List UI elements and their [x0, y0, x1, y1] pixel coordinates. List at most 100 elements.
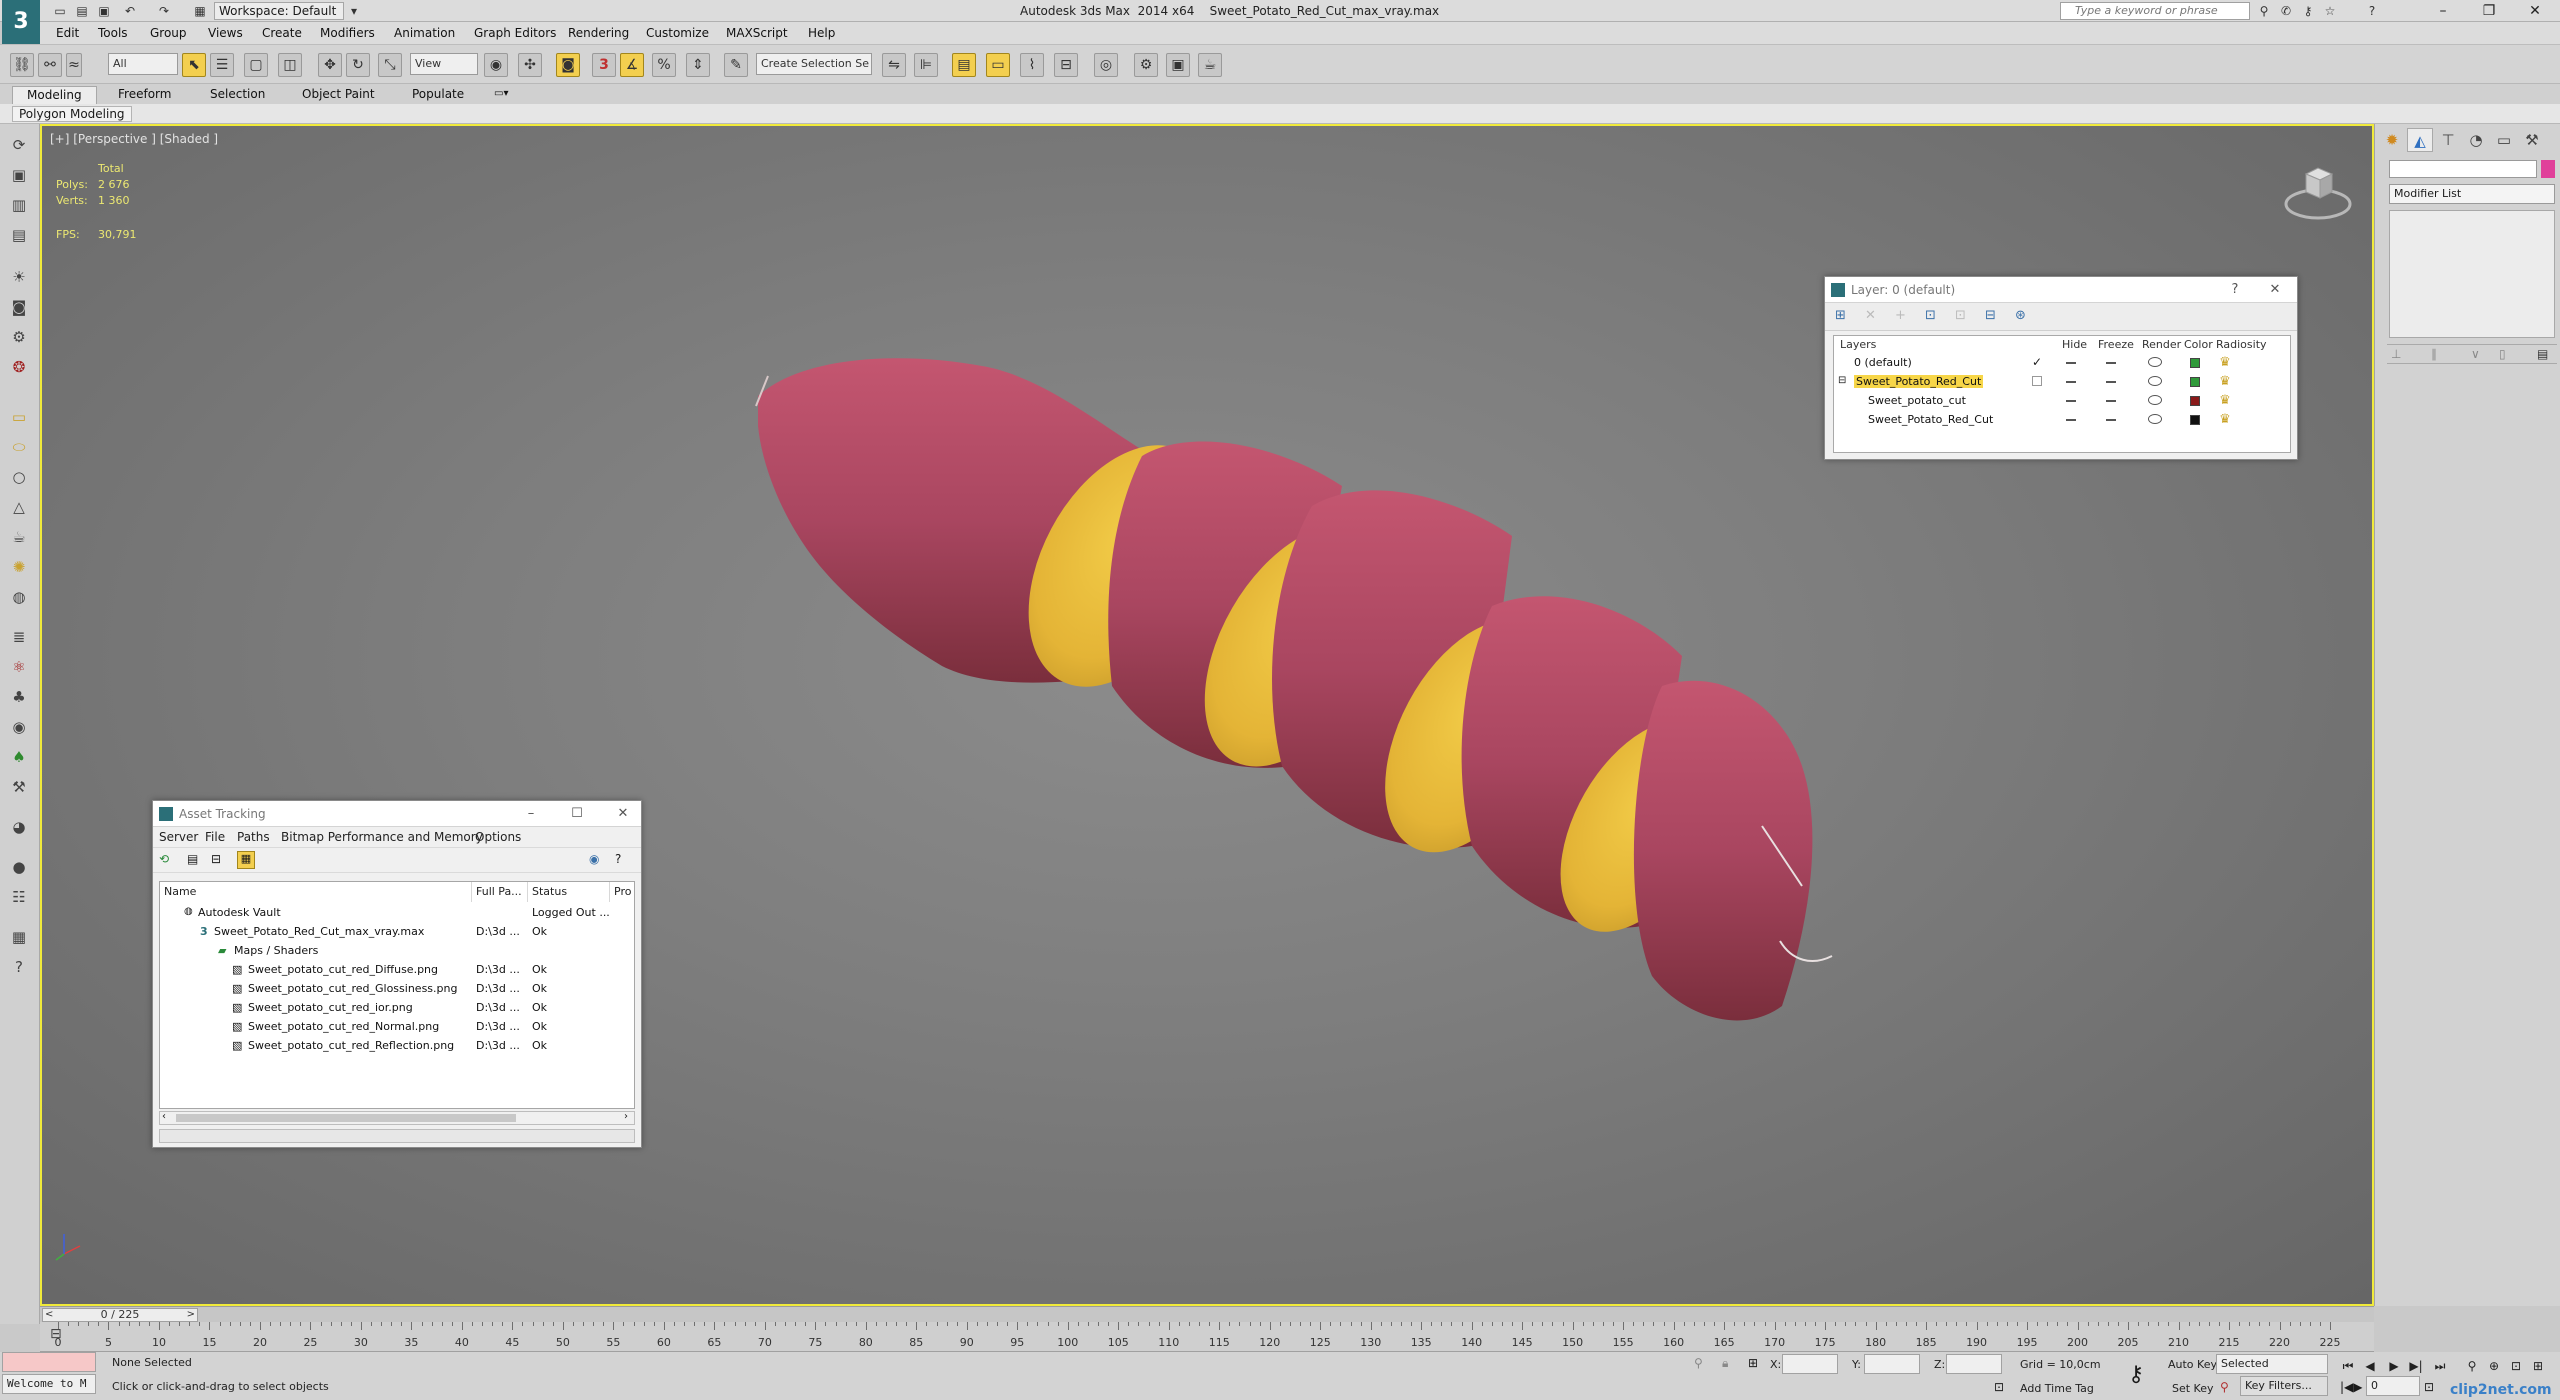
tree-view-icon[interactable]: ⊟ — [211, 852, 221, 866]
scroll-right-icon[interactable]: › — [624, 1111, 628, 1122]
prev-frame-arrow-icon[interactable]: < — [45, 1309, 53, 1321]
vault-icon[interactable]: ◉ — [589, 852, 599, 866]
selection-filter-dropdown[interactable]: All — [108, 53, 178, 75]
percent-snap-icon[interactable]: % — [652, 53, 676, 77]
menu-rendering[interactable]: Rendering — [568, 26, 629, 40]
freeze-toggle[interactable] — [2106, 381, 2116, 383]
list-icon[interactable]: ☷ — [8, 886, 30, 908]
menu-edit[interactable]: Edit — [56, 26, 79, 40]
rectangular-region-icon[interactable]: ▢ — [244, 53, 268, 77]
curve-editor-icon[interactable]: ⌇ — [1020, 53, 1044, 77]
y-coord-input[interactable] — [1864, 1354, 1920, 1374]
x-coord-input[interactable] — [1782, 1354, 1838, 1374]
sun-icon[interactable]: ✺ — [8, 556, 30, 578]
make-unique-icon[interactable]: ∨ — [2471, 347, 2480, 361]
globe-icon[interactable]: ◉ — [8, 716, 30, 738]
list-view-icon[interactable]: ▤ — [187, 852, 198, 866]
menu-customize[interactable]: Customize — [646, 26, 709, 40]
utilities-tab-icon[interactable]: ⚒ — [2519, 128, 2545, 152]
shape-circle-icon[interactable]: ○ — [8, 466, 30, 488]
render-column-header[interactable]: Render — [2142, 338, 2181, 351]
app-logo-icon[interactable]: 3 — [2, 0, 40, 44]
zoom-all-icon[interactable]: ⊕ — [2484, 1356, 2504, 1376]
plant-icon[interactable]: ♠ — [8, 746, 30, 768]
refresh-icon[interactable]: ⟲ — [159, 852, 169, 866]
keyboard-shortcut-override-icon[interactable]: ◙ — [556, 53, 580, 77]
close-icon[interactable]: ✕ — [613, 805, 633, 823]
camera-icon[interactable]: ◙ — [8, 296, 30, 318]
plane-icon[interactable]: ▤ — [8, 224, 30, 246]
menu-modifiers[interactable]: Modifiers — [320, 26, 375, 40]
help-icon[interactable]: ? — [2364, 3, 2380, 19]
remove-modifier-icon[interactable]: ▯ — [2499, 347, 2506, 361]
table-view-icon[interactable]: ▦ — [237, 851, 255, 869]
undo-icon[interactable]: ↶ — [122, 3, 138, 19]
maximize-icon[interactable]: ☐ — [567, 805, 587, 823]
orbit-icon[interactable]: ⟳ — [8, 134, 30, 156]
menu-tools[interactable]: Tools — [98, 26, 128, 40]
radiosity-icon[interactable]: ♛ — [2216, 393, 2234, 409]
time-slider-thumb[interactable]: < 0 / 225 > — [42, 1308, 198, 1322]
spinner-snap-icon[interactable]: ⇕ — [686, 53, 710, 77]
scroll-left-icon[interactable]: ‹ — [162, 1111, 166, 1122]
menu-graph-editors[interactable]: Graph Editors — [474, 26, 556, 40]
active-layer-checkbox[interactable] — [2032, 376, 2042, 386]
reference-coordinate-dropdown[interactable]: View — [410, 53, 478, 75]
pin-stack-icon[interactable]: ⊥ — [2391, 347, 2401, 361]
create-tab-icon[interactable]: ✹ — [2379, 128, 2405, 152]
name-column-header[interactable]: Name — [160, 882, 472, 902]
selection-lock-icon[interactable]: 🔒︎ — [1722, 1356, 1728, 1371]
new-file-icon[interactable]: ▭ — [52, 3, 68, 19]
toggle-ribbon-icon[interactable]: ▭ — [986, 53, 1010, 77]
pivot-center-icon[interactable]: ◉ — [484, 53, 508, 77]
select-in-layer-icon[interactable]: ⊡ — [1925, 308, 1936, 323]
layer-explorer-titlebar[interactable]: Layer: 0 (default) ? ✕ — [1825, 277, 2297, 303]
binoculars-icon[interactable]: ⚲ — [2256, 3, 2272, 19]
restore-button[interactable]: ❐ — [2466, 0, 2512, 22]
project-folder-icon[interactable]: ▦ — [192, 3, 208, 19]
question-icon[interactable]: ? — [8, 956, 30, 978]
layers-column-header[interactable]: Layers — [1840, 338, 1876, 351]
freeze-all-layers-icon[interactable]: ⊛ — [2015, 308, 2026, 323]
scroll-thumb[interactable] — [176, 1114, 516, 1122]
edit-named-selection-icon[interactable]: ✎ — [724, 53, 748, 77]
hide-column-header[interactable]: Hide — [2062, 338, 2087, 351]
render-eye-icon[interactable] — [2148, 414, 2162, 424]
freeze-toggle[interactable] — [2106, 419, 2116, 421]
listener-output[interactable]: Welcome to M — [2, 1374, 96, 1394]
z-coord-input[interactable] — [1946, 1354, 2002, 1374]
layer-manager-icon[interactable]: ▤ — [952, 53, 976, 77]
helper-icon[interactable]: ⚙ — [8, 326, 30, 348]
material-editor-icon[interactable]: ◎ — [1094, 53, 1118, 77]
help-icon[interactable]: ? — [2225, 281, 2245, 299]
key-filters-button[interactable]: Key Filters... — [2240, 1376, 2328, 1396]
particle-icon[interactable]: ⚛ — [8, 656, 30, 678]
active-layer-check-icon[interactable]: ✓ — [2032, 355, 2042, 369]
snaps-toggle-icon[interactable]: 3 — [592, 53, 616, 77]
named-selection-dropdown[interactable]: Create Selection Se — [756, 53, 872, 75]
collapse-icon[interactable]: ⊟ — [1838, 375, 1846, 386]
time-tag-icon[interactable]: ⊡ — [1994, 1380, 2004, 1394]
unlink-icon[interactable]: ⚯ — [38, 53, 62, 77]
select-object-icon[interactable]: ⬉ — [182, 53, 206, 77]
go-to-end-icon[interactable]: ⏭ — [2430, 1356, 2450, 1376]
asset-tracking-titlebar[interactable]: Asset Tracking – ☐ ✕ — [153, 801, 641, 827]
auto-key-button[interactable]: Auto Key — [2168, 1358, 2217, 1371]
select-by-name-icon[interactable]: ☰ — [210, 53, 234, 77]
layer-color-swatch[interactable] — [2190, 377, 2200, 387]
menu-animation[interactable]: Animation — [394, 26, 455, 40]
tab-selection[interactable]: Selection — [196, 86, 279, 104]
set-key-button[interactable]: Set Key — [2172, 1382, 2214, 1395]
object-name-input[interactable] — [2389, 160, 2537, 178]
full-path-column-header[interactable]: Full Pa... — [472, 882, 528, 902]
delete-layer-icon[interactable]: ✕ — [1865, 308, 1876, 323]
link-icon[interactable]: ⛓ — [10, 53, 34, 77]
save-icon[interactable]: ▣ — [96, 3, 112, 19]
object-color-swatch[interactable] — [2541, 160, 2555, 178]
hierarchy-tab-icon[interactable]: ⊤ — [2435, 128, 2461, 152]
layer-row[interactable]: 0 (default) ✓ ♛ — [1834, 354, 2274, 372]
move-icon[interactable]: ✥ — [318, 53, 342, 77]
modify-tab-icon[interactable]: ◭ — [2407, 128, 2433, 152]
render-eye-icon[interactable] — [2148, 357, 2162, 367]
shape-rect-icon[interactable]: ▭ — [8, 406, 30, 428]
